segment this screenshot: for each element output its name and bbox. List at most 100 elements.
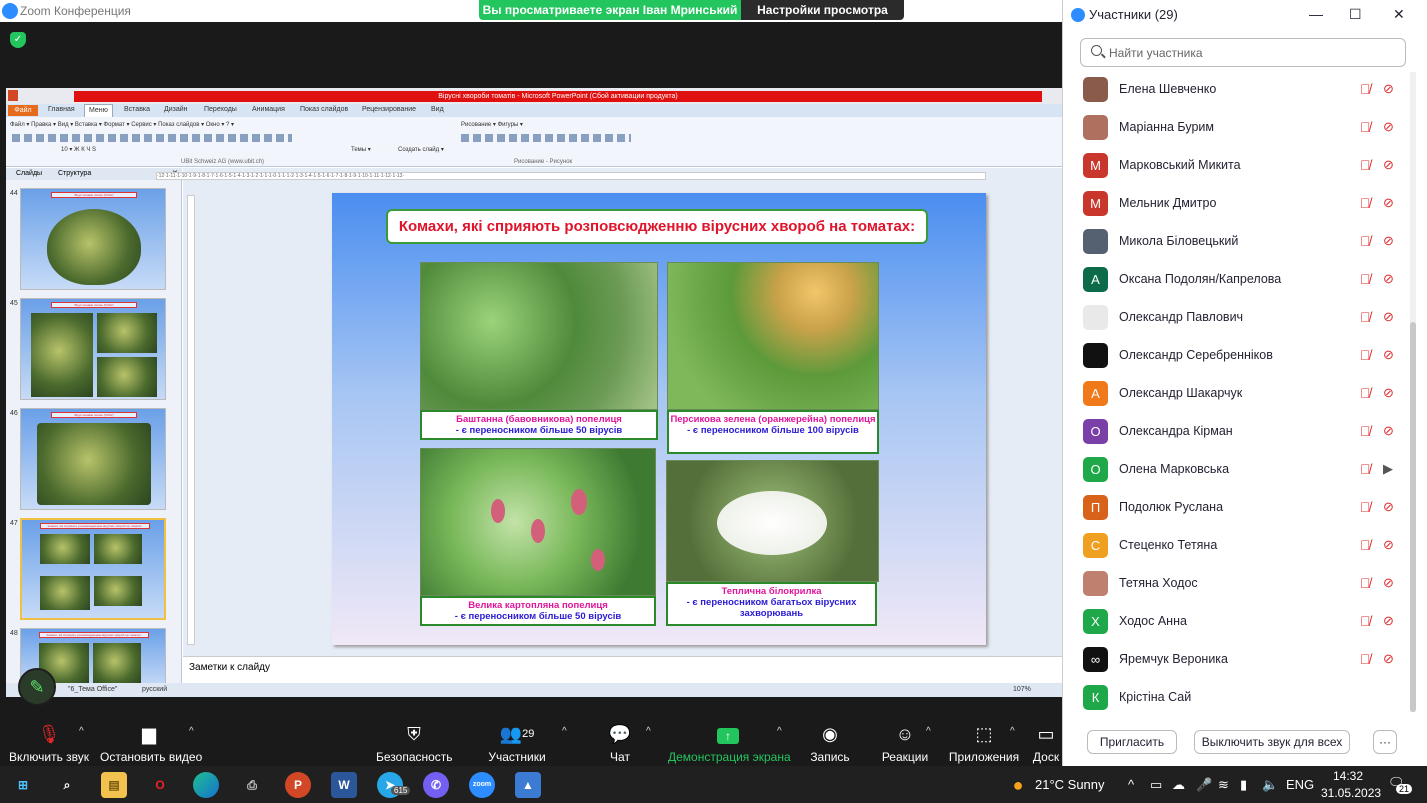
- participant-row[interactable]: Х Ходос Анна 🎙̸ ⊘: [1063, 603, 1413, 641]
- audio-options-caret-icon[interactable]: ^: [79, 726, 84, 737]
- muted-mic-icon[interactable]: 🎙̸: [1360, 575, 1374, 591]
- current-slide[interactable]: Комахи, які сприяють розповсюдженню віру…: [332, 193, 986, 645]
- create-slide-button[interactable]: Создать слайд ▾: [398, 146, 444, 156]
- record-button[interactable]: ◉ Запись: [808, 724, 852, 764]
- muted-mic-icon[interactable]: 🎙̸: [1360, 347, 1374, 363]
- slide-thumb-47-selected[interactable]: Комахи, які сприяють розповсюдженню віру…: [20, 518, 166, 620]
- tab-structure[interactable]: Структура: [58, 170, 91, 177]
- close-icon[interactable]: ✕: [1393, 6, 1405, 23]
- unmute-button[interactable]: 🎙 Включить звук: [8, 724, 90, 764]
- video-on-icon[interactable]: ▶: [1383, 461, 1401, 477]
- wifi-icon[interactable]: ≋: [1218, 777, 1229, 793]
- muted-mic-icon[interactable]: 🎙̸: [1360, 537, 1374, 553]
- participant-row[interactable]: Олександр Павлович 🎙̸ ⊘: [1063, 299, 1413, 337]
- participant-row[interactable]: О Олександра Кірман 🎙̸ ⊘: [1063, 413, 1413, 451]
- annotate-pen-icon[interactable]: ✎: [18, 668, 56, 706]
- slide-thumb-46[interactable]: Вірус мозаїки пепіно (ToMV): [20, 408, 166, 510]
- participant-row[interactable]: М Марковський Микита 🎙̸ ⊘: [1063, 147, 1413, 185]
- participant-row[interactable]: С Стеценко Тетяна 🎙̸ ⊘: [1063, 527, 1413, 565]
- reactions-button[interactable]: ☺ Реакции: [880, 724, 930, 764]
- tab-insert[interactable]: Вставка: [124, 106, 150, 113]
- stop-video-button[interactable]: ▆ Остановить видео: [100, 724, 202, 764]
- participant-row[interactable]: Олександр Серебренніков 🎙̸ ⊘: [1063, 337, 1413, 375]
- video-off-icon[interactable]: ⊘: [1383, 575, 1401, 591]
- participant-search-input[interactable]: Найти участника: [1080, 38, 1406, 67]
- participant-row[interactable]: Микола Біловецький 🎙̸ ⊘: [1063, 223, 1413, 261]
- opera-icon[interactable]: O: [147, 772, 173, 798]
- participants-button[interactable]: 👥29 Участники: [486, 724, 548, 764]
- share-screen-button[interactable]: ↑ Демонстрация экрана: [668, 724, 791, 764]
- apps-caret-icon[interactable]: ^: [1010, 726, 1015, 737]
- participants-caret-icon[interactable]: ^: [562, 726, 567, 737]
- participant-row[interactable]: Маріанна Бурим 🎙̸ ⊘: [1063, 109, 1413, 147]
- powerpoint-icon[interactable]: P: [285, 772, 311, 798]
- windows-start-icon[interactable]: ⊞: [10, 772, 36, 798]
- muted-mic-icon[interactable]: 🎙̸: [1360, 309, 1374, 325]
- tray-mic-icon[interactable]: 🎤: [1196, 777, 1212, 793]
- volume-icon[interactable]: 🔈: [1262, 777, 1278, 793]
- muted-mic-icon[interactable]: 🎙̸: [1360, 195, 1374, 211]
- video-off-icon[interactable]: ⊘: [1383, 157, 1401, 173]
- video-off-icon[interactable]: ⊘: [1383, 385, 1401, 401]
- muted-mic-icon[interactable]: 🎙̸: [1360, 651, 1374, 667]
- more-options-button[interactable]: ···: [1373, 730, 1397, 754]
- clock-date[interactable]: 31.05.2023: [1321, 786, 1381, 800]
- video-off-icon[interactable]: ⊘: [1383, 347, 1401, 363]
- video-off-icon[interactable]: ⊘: [1383, 613, 1401, 629]
- security-shield-icon[interactable]: ✓: [10, 32, 26, 48]
- toolbar-icons-row[interactable]: [12, 134, 292, 142]
- video-off-icon[interactable]: ⊘: [1383, 651, 1401, 667]
- slide-notes[interactable]: Заметки к слайду: [183, 656, 1062, 683]
- participant-row[interactable]: М Мельник Дмитро 🎙̸ ⊘: [1063, 185, 1413, 223]
- themes-button[interactable]: Темы ▾: [351, 146, 371, 156]
- participant-row[interactable]: Елена Шевченко 🎙̸ ⊘: [1063, 71, 1413, 109]
- video-off-icon[interactable]: ⊘: [1383, 271, 1401, 287]
- scroll-thumb[interactable]: [1410, 322, 1416, 712]
- tray-device-icon[interactable]: ▭: [1150, 777, 1162, 793]
- muted-mic-icon[interactable]: 🎙̸: [1360, 81, 1374, 97]
- tab-slideshow[interactable]: Показ слайдов: [300, 106, 348, 113]
- video-off-icon[interactable]: ⊘: [1383, 233, 1401, 249]
- muted-mic-icon[interactable]: 🎙̸: [1360, 423, 1374, 439]
- video-off-icon[interactable]: ⊘: [1383, 195, 1401, 211]
- muted-mic-icon[interactable]: 🎙̸: [1360, 119, 1374, 135]
- battery-icon[interactable]: ▮: [1240, 777, 1247, 793]
- share-caret-icon[interactable]: ^: [777, 726, 782, 737]
- muted-mic-icon[interactable]: 🎙̸: [1360, 613, 1374, 629]
- tab-design[interactable]: Дизайн: [164, 106, 188, 113]
- muted-mic-icon[interactable]: 🎙̸: [1360, 233, 1374, 249]
- drawing-tools-row[interactable]: Рисование ▾ Фигуры ▾: [461, 121, 523, 131]
- participant-row[interactable]: ∞ Яремчук Вероника 🎙̸ ⊘: [1063, 641, 1413, 679]
- participants-scrollbar[interactable]: [1410, 72, 1416, 712]
- participant-row[interactable]: Тетяна Ходос 🎙̸ ⊘: [1063, 565, 1413, 603]
- video-off-icon[interactable]: ⊘: [1383, 309, 1401, 325]
- invite-button[interactable]: Пригласить: [1087, 730, 1177, 754]
- tab-home[interactable]: Главная: [48, 106, 75, 113]
- file-explorer-icon[interactable]: ▤: [101, 772, 127, 798]
- slide-thumb-45[interactable]: Вірус мозаїки пепіно (ToMV): [20, 298, 166, 400]
- tab-review[interactable]: Рецензирование: [362, 106, 416, 113]
- participant-row[interactable]: А Олександр Шакарчук 🎙̸ ⊘: [1063, 375, 1413, 413]
- chat-caret-icon[interactable]: ^: [646, 726, 651, 737]
- tab-transitions[interactable]: Переходы: [204, 106, 237, 113]
- whiteboard-button[interactable]: ▭ Доск: [1030, 724, 1062, 764]
- language-indicator[interactable]: ENG: [1286, 777, 1314, 792]
- viber-icon[interactable]: ✆: [423, 772, 449, 798]
- weather-sun-icon[interactable]: ●: [1005, 772, 1031, 798]
- slide-thumb-44[interactable]: Вірус мозаїки пепіно (ToMV): [20, 188, 166, 290]
- word-icon[interactable]: W: [331, 772, 357, 798]
- maximize-icon[interactable]: ☐: [1349, 6, 1362, 23]
- chat-button[interactable]: 💬 Чат: [600, 724, 640, 764]
- security-button[interactable]: ⛨ Безопасность: [376, 724, 453, 764]
- zoom-app-icon[interactable]: zoom: [469, 772, 495, 798]
- tray-chevron-icon[interactable]: ^: [1128, 777, 1134, 792]
- view-settings-button[interactable]: Настройки просмотра: [741, 0, 904, 20]
- printer-icon[interactable]: ⎙: [239, 772, 265, 798]
- video-options-caret-icon[interactable]: ^: [189, 726, 194, 737]
- onedrive-icon[interactable]: ☁: [1172, 777, 1185, 793]
- minimize-icon[interactable]: —: [1309, 6, 1323, 22]
- participant-row[interactable]: П Подолюк Руслана 🎙̸ ⊘: [1063, 489, 1413, 527]
- classic-menu-row[interactable]: Файл ▾ Правка ▾ Вид ▾ Вставка ▾ Формат ▾…: [10, 121, 234, 131]
- tab-animation[interactable]: Анимация: [252, 106, 285, 113]
- video-off-icon[interactable]: ⊘: [1383, 81, 1401, 97]
